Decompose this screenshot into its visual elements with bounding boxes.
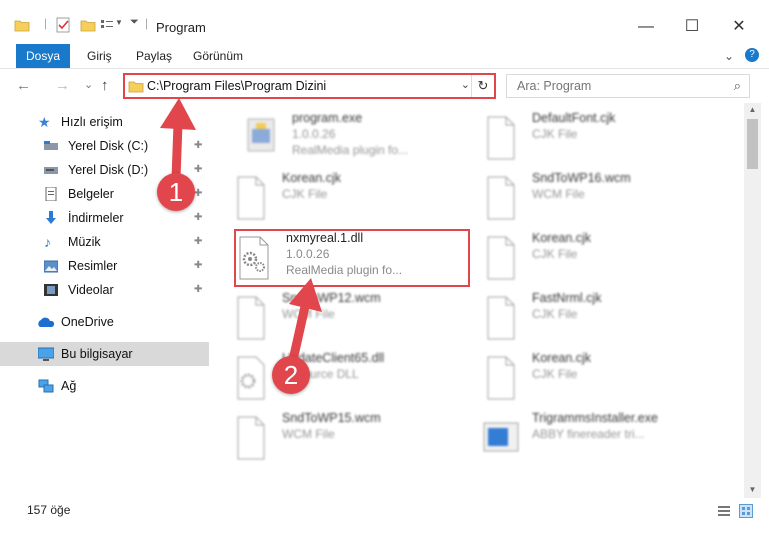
step-1-badge: 1	[157, 173, 195, 211]
arrow-2-head	[289, 278, 322, 312]
step-2-badge: 2	[272, 356, 310, 394]
arrow-1	[171, 119, 183, 183]
arrow-1-head	[160, 98, 196, 130]
arrow-2	[288, 297, 311, 365]
explorer-window: | ▼ ⏷ | Program — ☐ ✕ Dosya Giriş Paylaş…	[0, 0, 769, 534]
annotation-arrows	[160, 98, 322, 365]
